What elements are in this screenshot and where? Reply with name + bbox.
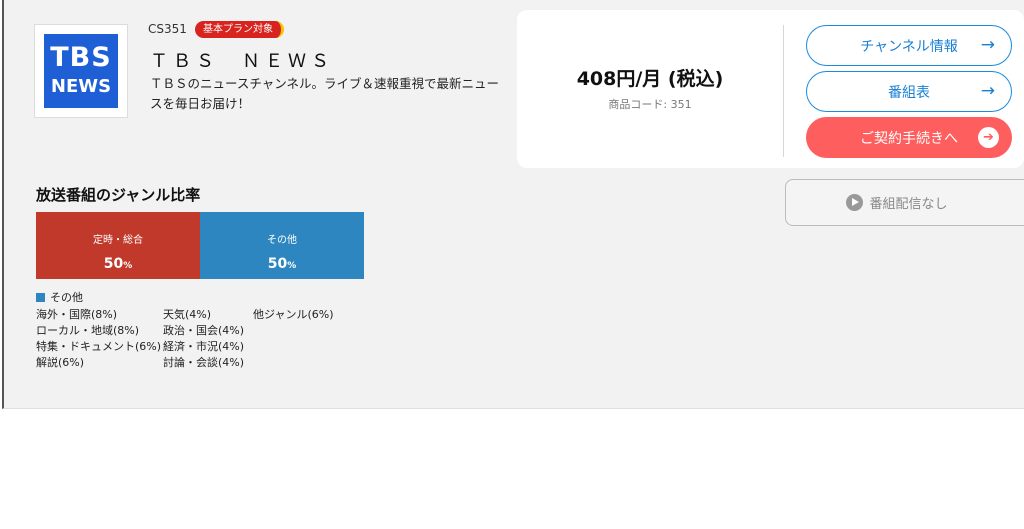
- logo-text-tbs: TBS: [50, 42, 112, 73]
- channel-code: CS351: [148, 22, 187, 36]
- contract-label: ご契約手続きへ: [860, 130, 958, 147]
- segment-percent-value: 50: [103, 256, 124, 272]
- genre-segment-teiji: 定時・総合 50%: [36, 212, 200, 279]
- channel-info-button[interactable]: チャンネル情報 →: [806, 25, 1012, 66]
- schedule-button[interactable]: 番組表 →: [806, 71, 1012, 112]
- play-circle-icon: [846, 194, 864, 211]
- divider: [783, 25, 784, 157]
- legend-square-icon: [36, 292, 45, 302]
- genre-item: 他ジャンル(6%): [253, 308, 334, 321]
- genre-ratio-bar: 定時・総合 50% その他 50%: [36, 212, 364, 279]
- channel-logo: TBS NEWS: [34, 24, 128, 118]
- segment-percent: 50%: [36, 256, 200, 272]
- genre-item: 特集・ドキュメント(6%): [36, 340, 162, 353]
- tbs-news-logo: TBS NEWS: [44, 34, 118, 108]
- price-text: 408円/月 (税込): [576, 68, 724, 90]
- channel-info-label: チャンネル情報: [860, 38, 958, 55]
- genre-item: 海外・国際(8%): [36, 308, 118, 321]
- arrow-right-icon: →: [980, 81, 995, 101]
- genre-item: 討論・会談(4%): [163, 356, 245, 369]
- no-distribution-label: 番組配信なし: [869, 197, 948, 212]
- segment-percent-value: 50: [267, 256, 288, 272]
- contract-button[interactable]: ご契約手続きへ ➔: [806, 117, 1012, 158]
- legend-header-label: その他: [50, 291, 83, 304]
- schedule-label: 番組表: [888, 84, 930, 101]
- channel-description: ＴＢＳのニュースチャンネル。ライブ＆速報重視で最新ニュースを毎日お届け！: [150, 76, 500, 111]
- segment-label: 定時・総合: [93, 235, 143, 246]
- legend-header: その他: [36, 289, 83, 305]
- logo-text-news: NEWS: [50, 76, 112, 97]
- genre-item: 政治・国会(4%): [163, 324, 245, 337]
- genre-item: 経済・市況(4%): [163, 340, 245, 353]
- product-code: 商品コード: 351: [608, 98, 692, 111]
- segment-label: その他: [267, 235, 297, 246]
- arrow-right-icon: →: [980, 35, 995, 55]
- plan-badge: 基本プラン対象: [195, 21, 284, 38]
- genre-item: 天気(4%): [163, 308, 212, 321]
- segment-percent-unit: %: [287, 261, 297, 271]
- genre-item: ローカル・地域(8%): [36, 324, 140, 337]
- segment-percent: 50%: [200, 256, 364, 272]
- genre-item: 解説(6%): [36, 356, 85, 369]
- genre-title: 放送番組のジャンル比率: [36, 186, 201, 204]
- arrow-right-circle-icon: ➔: [978, 127, 999, 148]
- segment-percent-unit: %: [123, 261, 133, 271]
- genre-segment-other: その他 50%: [200, 212, 364, 279]
- no-distribution-button: 番組配信なし: [785, 179, 1024, 226]
- channel-name: ＴＢＳ ＮＥＷＳ: [150, 51, 334, 72]
